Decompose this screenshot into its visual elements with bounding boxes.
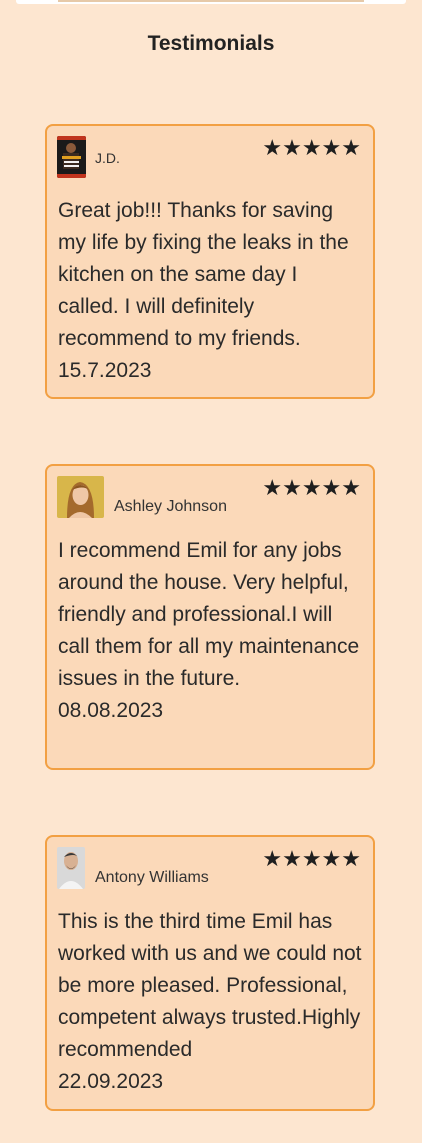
star-rating: ★★★★★	[262, 136, 361, 161]
review-date: 15.7.2023	[58, 359, 152, 382]
page-title: Testimonials	[147, 32, 275, 55]
review-text: I recommend Emil for any jobs around the…	[58, 539, 360, 690]
testimonial-card: Ashley Johnson ★★★★★ I recommend Emil fo…	[45, 464, 375, 770]
woman-portrait-avatar-icon	[57, 476, 104, 518]
book-cover-avatar-icon	[57, 136, 86, 178]
man-portrait-avatar-icon	[57, 847, 85, 889]
review-body: I recommend Emil for any jobs around the…	[58, 535, 363, 727]
reviewer-name: Antony Williams	[95, 869, 209, 886]
star-rating: ★★★★★	[262, 847, 361, 872]
testimonial-card: J.D. ★★★★★ Great job!!! Thanks for savin…	[45, 124, 375, 399]
top-bar-divider	[58, 0, 364, 2]
review-body: Great job!!! Thanks for saving my life b…	[58, 195, 363, 387]
testimonial-header: J.D. ★★★★★	[57, 136, 363, 182]
review-date: 08.08.2023	[58, 699, 164, 722]
testimonial-header: Antony Williams ★★★★★	[57, 847, 363, 893]
top-bar	[16, 0, 406, 4]
review-date: 22.09.2023	[58, 1070, 164, 1093]
review-body: This is the third time Emil has worked w…	[58, 906, 363, 1098]
reviewer-name: J.D.	[95, 150, 120, 166]
testimonial-card: Antony Williams ★★★★★ This is the third …	[45, 835, 375, 1111]
review-text: This is the third time Emil has worked w…	[58, 910, 362, 1061]
review-text: Great job!!! Thanks for saving my life b…	[58, 199, 349, 350]
star-rating: ★★★★★	[262, 476, 361, 501]
reviewer-name: Ashley Johnson	[114, 498, 227, 515]
testimonial-header: Ashley Johnson ★★★★★	[57, 476, 363, 522]
